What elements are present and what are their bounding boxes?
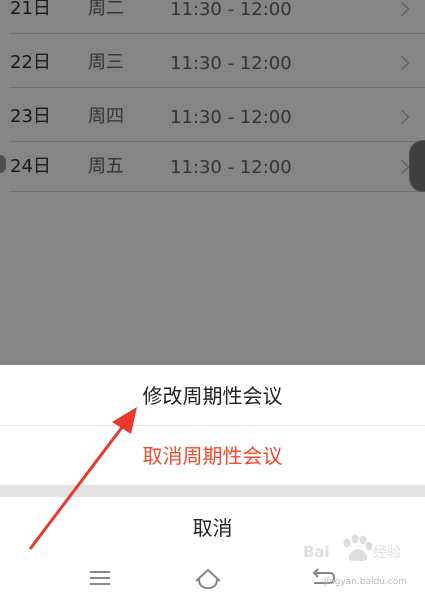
screen: 21日 周二 11:30 - 12:00 22日 周三 11:30 - 12:0… [0, 0, 425, 597]
home-icon[interactable] [188, 563, 228, 593]
cancel-periodic-meeting-button[interactable]: 取消周期性会议 [0, 426, 425, 485]
system-navigation-bar [0, 557, 425, 597]
sheet-divider [0, 485, 425, 497]
modal-overlay[interactable] [0, 0, 425, 365]
modify-periodic-meeting-button[interactable]: 修改周期性会议 [0, 365, 425, 426]
cancel-button[interactable]: 取消 [0, 497, 425, 557]
back-icon[interactable] [302, 563, 342, 593]
menu-icon[interactable] [80, 563, 120, 593]
